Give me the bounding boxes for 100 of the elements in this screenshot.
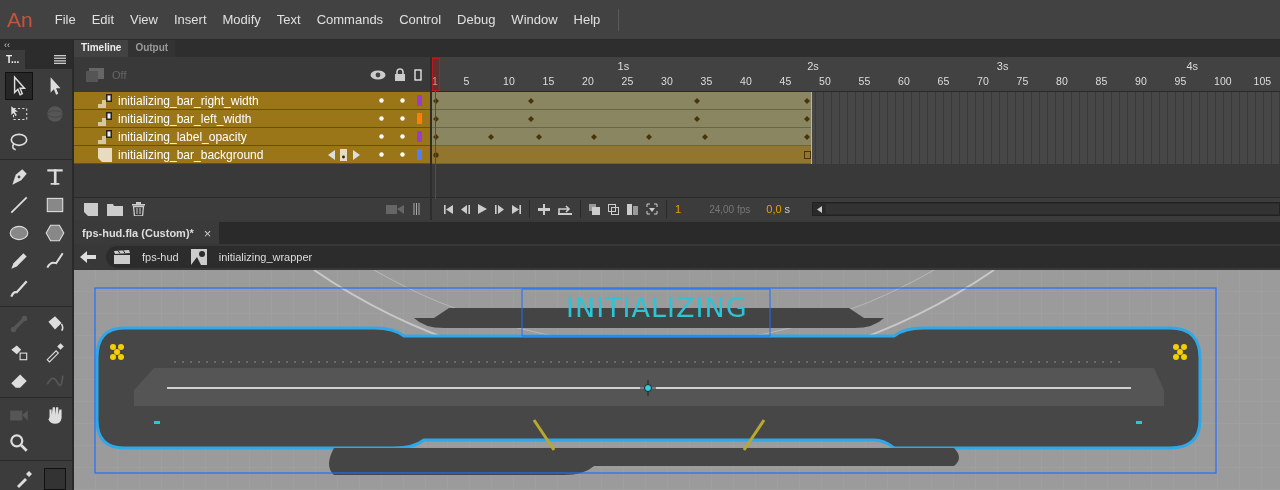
visibility-dot-icon[interactable] [379,98,384,103]
layer-color-swatch[interactable] [417,149,422,160]
frame-number: 45 [779,75,792,87]
frame-number: 90 [1135,75,1147,87]
folder-icon[interactable] [107,202,123,216]
keyframe-icon[interactable] [591,134,597,140]
document-title: fps-hud.fla (Custom)* [82,227,194,239]
lock-icon[interactable] [394,68,406,81]
transform-point-icon[interactable] [639,379,657,397]
lock-dot-icon[interactable] [400,134,405,139]
frame-number: 25 [621,75,634,87]
panel-tab[interactable]: Timeline [74,40,129,57]
visibility-dot-icon[interactable] [379,134,384,139]
menu-item[interactable]: Control [391,12,450,27]
step-forward-icon[interactable] [495,204,504,214]
edit-multiple-frames-icon[interactable] [627,203,638,215]
onion-outline-icon[interactable] [608,203,619,215]
frame-number: 105 [1253,75,1272,87]
outline-icon[interactable] [414,68,422,81]
menu-item[interactable]: Window [503,12,566,27]
elapsed-time-field[interactable]: 0,0 [766,203,782,215]
current-frame-field[interactable]: 1 [675,203,682,215]
lock-dot-icon[interactable] [400,98,405,103]
movie-clip-icon [190,249,207,265]
onion-markers-icon[interactable] [646,203,658,215]
keyframe-icon[interactable] [804,116,811,122]
keyframe-icon[interactable] [693,98,700,104]
frame-number: 20 [582,75,594,87]
keyframe-icon[interactable] [535,134,542,140]
menu-item[interactable]: Text [268,12,309,27]
menu-item[interactable]: Edit [83,12,123,27]
layer-color-swatch[interactable] [417,113,422,124]
visibility-dot-icon[interactable] [379,152,384,157]
step-back-icon[interactable] [461,204,470,214]
menu-item[interactable]: Help [565,12,609,27]
center-frame-icon[interactable] [538,203,550,215]
frame-number: 55 [858,75,871,87]
span-end-icon [804,151,812,159]
eye-icon[interactable] [370,69,386,80]
panel-tab[interactable]: T... [0,50,26,69]
lock-dot-icon[interactable] [400,152,405,157]
seconds-label: 1s [617,60,630,72]
layer-row[interactable]: initializing_bar_left_width [74,110,430,128]
time-ruler[interactable]: 1s 2s 3s 4s 1 5 10 15 20 25 30 35 40 45 50 55 60 65 70 75 80 85 90 95 100 105 [432,57,1280,92]
keyframe-icon[interactable] [701,134,708,140]
frame-number: 50 [819,75,831,87]
frame-number: 80 [1056,75,1068,87]
document-tab[interactable]: fps-hud.fla (Custom)* × [74,222,220,244]
scroll-left-icon[interactable] [817,205,823,213]
keyframe-navigator-icon[interactable] [327,147,361,162]
frame-number: 100 [1214,75,1232,87]
first-frame-icon[interactable] [444,204,453,214]
keyframe-icon[interactable] [527,98,534,104]
play-icon[interactable] [478,204,487,214]
visibility-dot-icon[interactable] [379,116,384,121]
menu-item[interactable]: Commands [308,12,392,27]
layer-color-swatch[interactable] [417,131,422,142]
new-layer-icon[interactable] [84,202,98,216]
layer-row[interactable]: initializing_bar_background [74,146,430,164]
column-resize-icon[interactable] [413,203,420,215]
trash-icon[interactable] [132,202,145,216]
panel-tab[interactable]: Output [128,40,176,57]
layer-row[interactable]: initializing_label_opacity [74,128,430,146]
menu-item[interactable]: Modify [214,12,269,27]
keyframe-icon[interactable] [527,116,534,122]
playhead[interactable] [432,58,440,91]
keyframe-icon[interactable] [488,134,495,140]
menu-item[interactable]: Insert [166,12,215,27]
back-arrow-icon[interactable] [80,251,96,263]
menu-item[interactable]: View [122,12,166,27]
keyframe-icon[interactable] [693,116,700,122]
keyframe-icon[interactable] [804,134,811,140]
selection-tool-icon[interactable] [5,72,33,100]
lock-dot-icon[interactable] [400,116,405,121]
loop-icon[interactable] [558,203,572,215]
horizontal-scrollbar[interactable] [812,202,1280,216]
clapperboard-icon [114,250,130,264]
menu-item[interactable]: File [46,12,84,27]
keyframe-icon[interactable] [804,98,811,104]
time-unit-label: s [784,203,791,215]
layer-row[interactable]: initializing_bar_right_width [74,92,430,110]
menu-item[interactable]: Debug [449,12,504,27]
menu-icon[interactable] [54,55,66,64]
layer-name: initializing_bar_right_width [118,93,259,108]
seconds-label: 3s [996,60,1009,72]
layer-name: initializing_bar_left_width [118,111,252,126]
frame-number: 85 [1095,75,1108,87]
seconds-label: 2s [807,60,819,72]
frame-number: 10 [503,75,515,87]
frame-number: 60 [898,75,910,87]
last-frame-icon[interactable] [512,204,521,214]
keyframe-icon[interactable] [646,134,653,140]
collapse-button[interactable]: ‹‹ [0,40,72,50]
color-swatch[interactable] [44,467,66,490]
frame-number: 30 [661,75,673,87]
breadcrumb-item[interactable]: initializing_wrapper [218,251,313,263]
onion-skin-icon[interactable] [589,203,600,215]
breadcrumb-item[interactable]: fps-hud [142,251,179,263]
layer-color-swatch[interactable] [417,95,422,106]
close-button[interactable]: × [203,225,212,241]
